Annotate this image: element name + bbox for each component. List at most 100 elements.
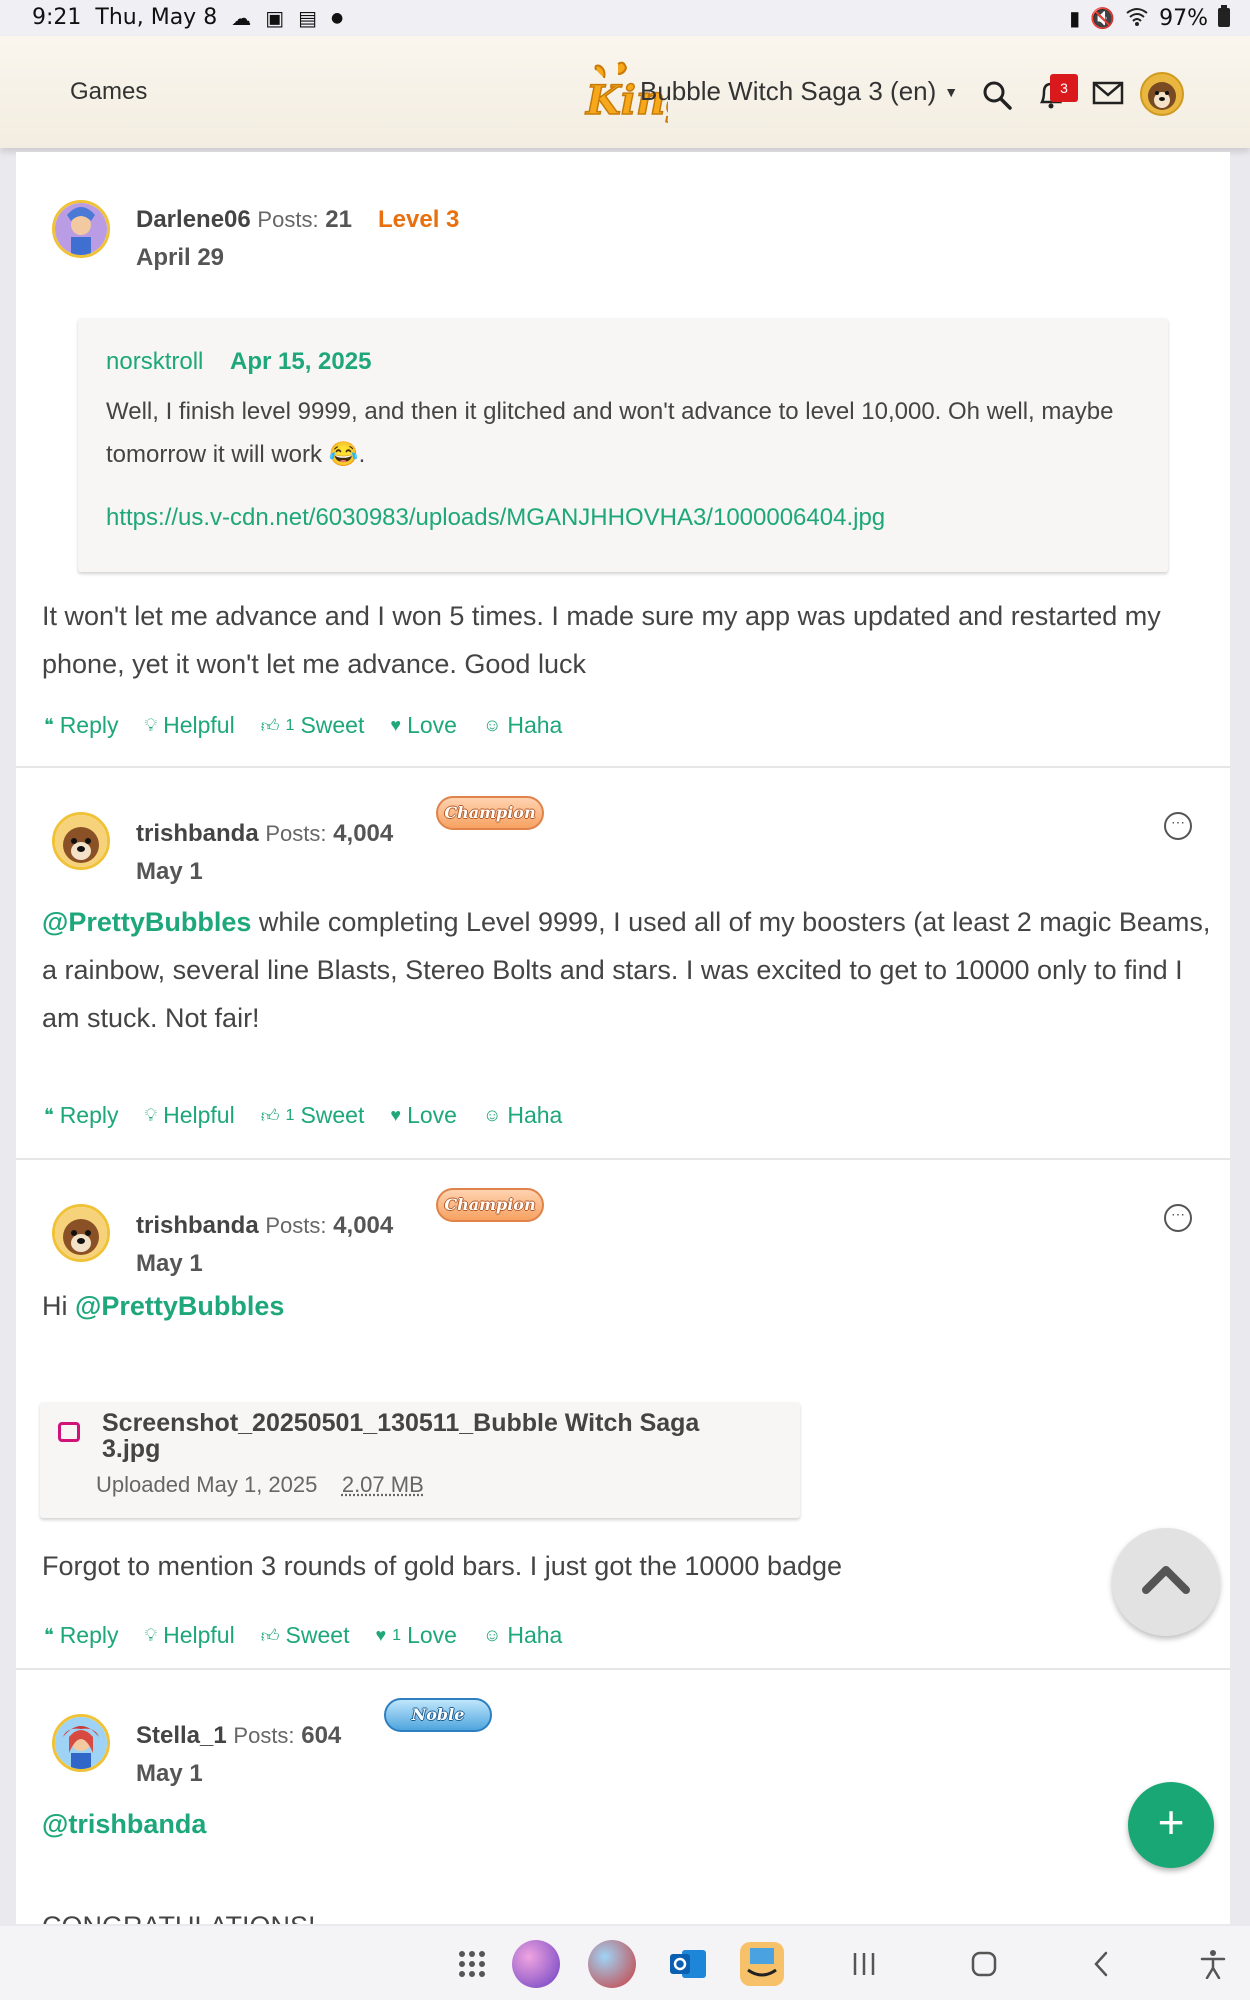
mention-link[interactable]: @PrettyBubbles [75, 1291, 284, 1321]
haha-button[interactable]: ☺ Haha [483, 1622, 562, 1649]
love-button[interactable]: ♥ 1 Love [375, 1622, 456, 1649]
username[interactable]: Stella_1 [136, 1722, 227, 1749]
quote-date[interactable]: Apr 15, 2025 [230, 348, 371, 376]
image-icon: ▣ [265, 5, 285, 30]
file-attachment[interactable]: Screenshot_20250501_130511_Bubble Witch … [40, 1402, 800, 1518]
love-button[interactable]: ♥ Love [390, 712, 457, 739]
wifi-icon [1125, 6, 1149, 30]
mail-icon[interactable] [1092, 80, 1124, 111]
helpful-button[interactable]: 💡︎ Helpful [145, 1102, 235, 1129]
back-button[interactable] [1086, 1940, 1116, 1988]
mute-icon: 🔇 [1090, 6, 1116, 30]
posts-count: 21 [325, 206, 352, 233]
post-date[interactable]: May 1 [136, 1760, 203, 1788]
author-line: trishbanda Posts: 4,004 [136, 1212, 393, 1240]
accessibility-button[interactable] [1198, 1940, 1228, 1988]
post-date[interactable]: May 1 [136, 858, 203, 886]
bubble-witch-2-app-icon[interactable] [588, 1940, 636, 1988]
quote-author[interactable]: norsktroll [106, 348, 203, 376]
status-date: Thu, May 8 [95, 5, 218, 30]
blockquote: norsktroll Apr 15, 2025 Well, I finish l… [78, 318, 1168, 572]
helpful-label: Helpful [163, 712, 235, 738]
recents-button[interactable] [846, 1940, 882, 1988]
mention-link[interactable]: @trishbanda [42, 1809, 206, 1839]
chevron-up-icon [1142, 1566, 1190, 1594]
helpful-button[interactable]: 💡︎ Helpful [145, 1622, 235, 1649]
posts-label: Posts: [265, 821, 327, 846]
games-menu-link[interactable]: Games [70, 78, 147, 106]
avatar[interactable] [52, 1204, 110, 1262]
sweet-label: Sweet [285, 1622, 350, 1648]
more-options-icon[interactable]: ⋯ [1164, 1204, 1192, 1232]
sim-icon: ▮ [1069, 6, 1081, 30]
username[interactable]: trishbanda [136, 820, 259, 847]
reply-label: Reply [59, 712, 119, 738]
post-date[interactable]: May 1 [136, 1250, 203, 1278]
heart-icon: ♥ [390, 1105, 402, 1125]
helpful-button[interactable]: 💡︎ Helpful [145, 712, 235, 739]
author-line: Darlene06 Posts: 21 [136, 206, 352, 234]
thumbs-up-icon: 👍︎ [260, 1105, 280, 1126]
quote-icon: ❝ [44, 1625, 54, 1645]
sweet-button[interactable]: 👍︎ 1 Sweet [261, 1102, 365, 1129]
posts-count: 4,004 [333, 1212, 394, 1239]
attachment-meta: Uploaded May 1, 2025 2.07 MB [96, 1472, 424, 1498]
posts-label: Posts: [265, 1213, 327, 1238]
post-divider [16, 766, 1230, 768]
sweet-label: Sweet [300, 712, 365, 738]
avatar[interactable] [52, 200, 110, 258]
posts-count: 604 [301, 1722, 342, 1749]
haha-button[interactable]: ☺ Haha [483, 1102, 562, 1129]
thumbs-up-icon: 👍︎ [260, 1625, 280, 1646]
author-line: trishbanda Posts: 4,004 [136, 820, 393, 848]
post-body: It won't let me advance and I won 5 time… [42, 601, 1161, 679]
discussion-thread: Darlene06 Posts: 21 Level 3 April 29 nor… [16, 152, 1230, 1924]
status-bar: 9:21 Thu, May 8 ☁ ▣ ▤ ● ▮ 🔇 97% [0, 0, 1250, 36]
notification-count-badge: 3 [1050, 74, 1078, 102]
user-avatar[interactable] [1140, 72, 1184, 116]
haha-label: Haha [507, 1622, 563, 1648]
quote-trailing: . [358, 441, 366, 468]
laugh-icon: ☺ [482, 1625, 502, 1645]
home-button[interactable] [966, 1940, 1002, 1988]
sweet-button[interactable]: 👍︎ Sweet [261, 1622, 350, 1649]
status-time: 9:21 [32, 5, 82, 30]
reply-button[interactable]: ❝ Reply [44, 1622, 119, 1649]
heart-icon: ♥ [375, 1625, 387, 1645]
posts-count: 4,004 [333, 820, 394, 847]
search-icon[interactable] [982, 80, 1012, 115]
apps-grid-icon[interactable] [452, 1940, 492, 1988]
attachment-name[interactable]: Screenshot_20250501_130511_Bubble Witch … [102, 1410, 762, 1462]
sweet-count: 1 [285, 1106, 295, 1124]
amazon-app-icon[interactable] [738, 1940, 786, 1988]
laugh-icon: ☺ [482, 715, 502, 735]
helpful-label: Helpful [163, 1102, 235, 1128]
bubble-witch-app-icon[interactable] [512, 1940, 560, 1988]
mention-link[interactable]: @PrettyBubbles [42, 907, 251, 937]
love-count: 1 [392, 1626, 402, 1644]
sweet-button[interactable]: 👍︎ 1 Sweet [261, 712, 365, 739]
dot-icon: ● [331, 9, 344, 26]
post-date[interactable]: April 29 [136, 244, 224, 272]
reply-button[interactable]: ❝ Reply [44, 712, 119, 739]
username[interactable]: trishbanda [136, 1212, 259, 1239]
haha-button[interactable]: ☺ Haha [483, 712, 562, 739]
haha-label: Haha [507, 1102, 563, 1128]
more-options-icon[interactable]: ⋯ [1164, 812, 1192, 840]
outlook-app-icon[interactable] [664, 1940, 712, 1988]
username[interactable]: Darlene06 [136, 206, 251, 233]
avatar[interactable] [52, 812, 110, 870]
post-greeting: Hi @PrettyBubbles [42, 1282, 1212, 1330]
avatar[interactable] [52, 1714, 110, 1772]
forum-selector[interactable]: Bubble Witch Saga 3 (en) ▼ [640, 76, 958, 107]
scroll-to-top-button[interactable] [1112, 1528, 1220, 1636]
sweet-label: Sweet [300, 1102, 365, 1128]
lightbulb-icon: 💡︎ [144, 1625, 158, 1645]
reaction-bar: ❝ Reply 💡︎ Helpful 👍︎ 1 Sweet ♥ Love ☺ Haha [44, 712, 562, 739]
new-post-button[interactable]: + [1128, 1782, 1214, 1868]
love-button[interactable]: ♥ Love [390, 1102, 457, 1129]
quote-text: Well, I finish level 9999, and then it g… [106, 398, 1114, 468]
reaction-bar: ❝ Reply 💡︎ Helpful 👍︎ Sweet ♥ 1 Love ☺ Haha [44, 1622, 562, 1649]
reply-button[interactable]: ❝ Reply [44, 1102, 119, 1129]
quote-link[interactable]: https://us.v-cdn.net/6030983/uploads/MGA… [106, 504, 885, 532]
